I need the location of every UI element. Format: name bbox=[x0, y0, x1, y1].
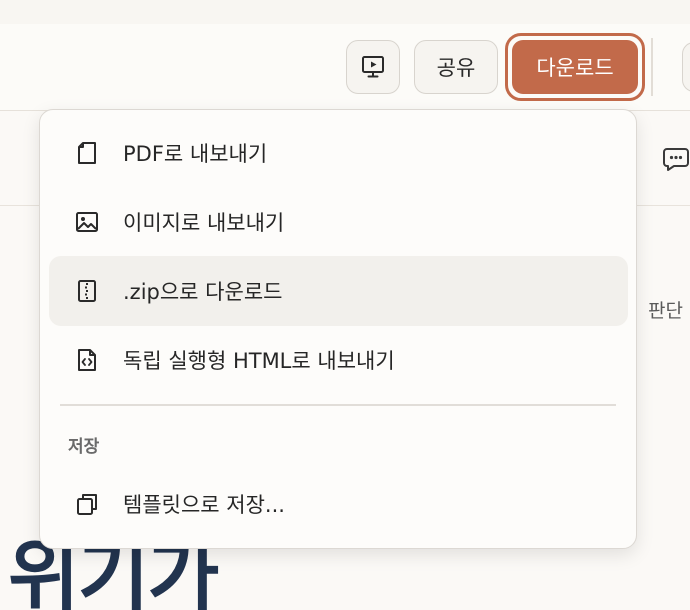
pdf-file-icon bbox=[73, 139, 101, 167]
page: 공유 다운로드 판단 위기가 PDF로 내보내기 이미지로 내보내기 .zip으… bbox=[0, 0, 690, 610]
share-button[interactable]: 공유 bbox=[414, 40, 498, 94]
menu-item-label: 템플릿으로 저장... bbox=[123, 493, 285, 517]
section-header-save: 저장 bbox=[68, 437, 100, 457]
copy-template-icon bbox=[73, 490, 101, 518]
download-button-focus-ring: 다운로드 bbox=[505, 33, 645, 101]
menu-item-save-template[interactable]: 템플릿으로 저장... bbox=[49, 469, 628, 539]
chat-icon[interactable] bbox=[662, 146, 690, 172]
background-text-partial: 판단 bbox=[648, 300, 683, 322]
menu-divider bbox=[60, 404, 616, 406]
menu-item-label: 이미지로 내보내기 bbox=[123, 211, 285, 235]
toolbar-button-partial[interactable] bbox=[682, 42, 690, 92]
presentation-icon bbox=[362, 56, 384, 78]
zip-file-icon bbox=[73, 277, 101, 305]
menu-item-label: PDF로 내보내기 bbox=[123, 142, 268, 166]
menu-item-label: .zip으로 다운로드 bbox=[123, 280, 283, 304]
html-file-icon bbox=[73, 346, 101, 374]
menu-item-export-pdf[interactable]: PDF로 내보내기 bbox=[49, 118, 628, 188]
toolbar-divider bbox=[651, 38, 653, 96]
image-icon bbox=[73, 208, 101, 236]
menu-item-export-image[interactable]: 이미지로 내보내기 bbox=[49, 187, 628, 257]
download-button[interactable]: 다운로드 bbox=[512, 40, 638, 94]
download-menu: PDF로 내보내기 이미지로 내보내기 .zip으로 다운로드 독립 실행형 H… bbox=[39, 109, 637, 549]
menu-item-label: 독립 실행형 HTML로 내보내기 bbox=[123, 349, 395, 373]
menu-item-export-html[interactable]: 독립 실행형 HTML로 내보내기 bbox=[49, 325, 628, 395]
present-button[interactable] bbox=[346, 40, 400, 94]
toolbar: 공유 다운로드 bbox=[0, 24, 690, 111]
top-strip bbox=[0, 0, 690, 25]
menu-item-download-zip[interactable]: .zip으로 다운로드 bbox=[49, 256, 628, 326]
